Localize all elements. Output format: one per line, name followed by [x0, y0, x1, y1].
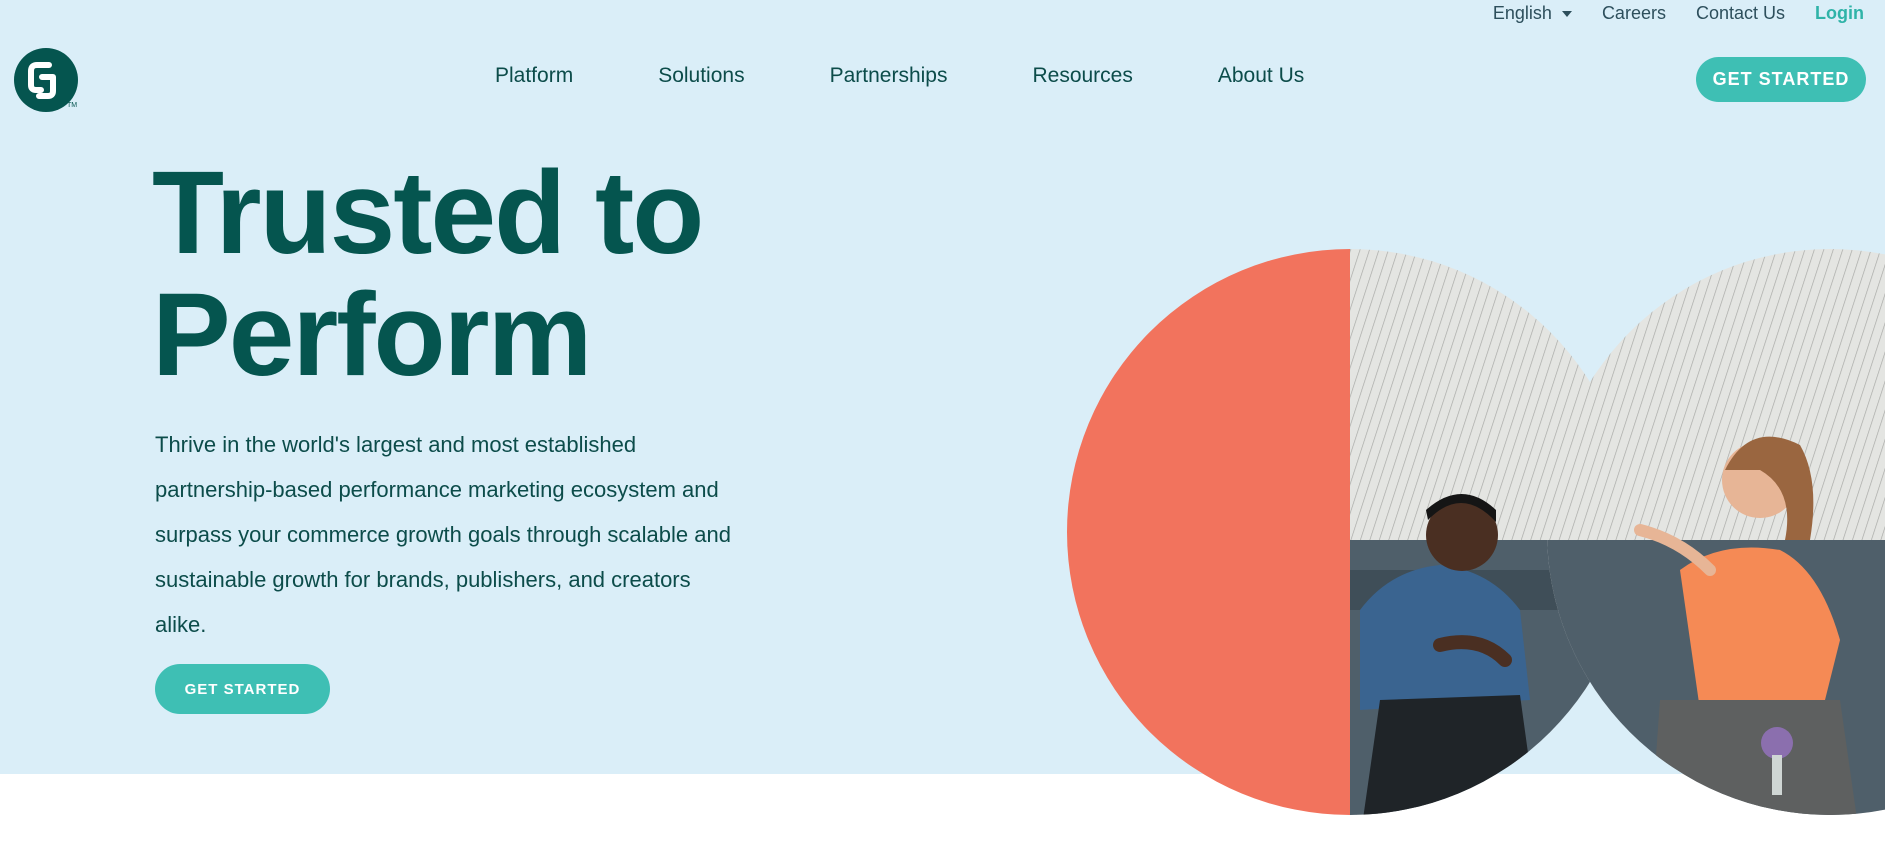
utility-bar: English Careers Contact Us Login: [1463, 3, 1864, 24]
language-selector[interactable]: English: [1493, 3, 1572, 24]
login-link[interactable]: Login: [1815, 3, 1864, 24]
careers-link[interactable]: Careers: [1602, 3, 1666, 24]
nav-item-resources[interactable]: Resources: [1032, 64, 1132, 88]
page: English Careers Contact Us Login TM Plat…: [0, 0, 1885, 864]
cj-logo-mark: [28, 62, 56, 99]
hero-title-line-1: Trusted to: [152, 147, 704, 279]
trademark-mark: TM: [67, 102, 78, 109]
main-nav: Platform Solutions Partnerships Resource…: [495, 64, 1304, 88]
nav-item-solutions[interactable]: Solutions: [658, 64, 744, 88]
get-started-hero-button[interactable]: GET STARTED: [155, 664, 330, 714]
hero-description: Thrive in the world's largest and most e…: [155, 432, 731, 637]
contact-us-link[interactable]: Contact Us: [1696, 3, 1785, 24]
coral-semicircle: [1067, 249, 1350, 815]
language-label: English: [1492, 3, 1552, 23]
hero-title-line-2: Perform: [152, 269, 592, 401]
nav-item-partnerships[interactable]: Partnerships: [830, 64, 948, 88]
nav-item-about-us[interactable]: About Us: [1218, 64, 1304, 88]
hero-image: [1067, 249, 1885, 815]
nav-item-platform[interactable]: Platform: [495, 64, 573, 88]
photo-woman: [1547, 249, 1885, 815]
hero-title: Trusted to Perform: [152, 152, 704, 396]
chevron-down-icon: [1561, 10, 1572, 17]
get-started-header-button[interactable]: GET STARTED: [1696, 57, 1866, 102]
